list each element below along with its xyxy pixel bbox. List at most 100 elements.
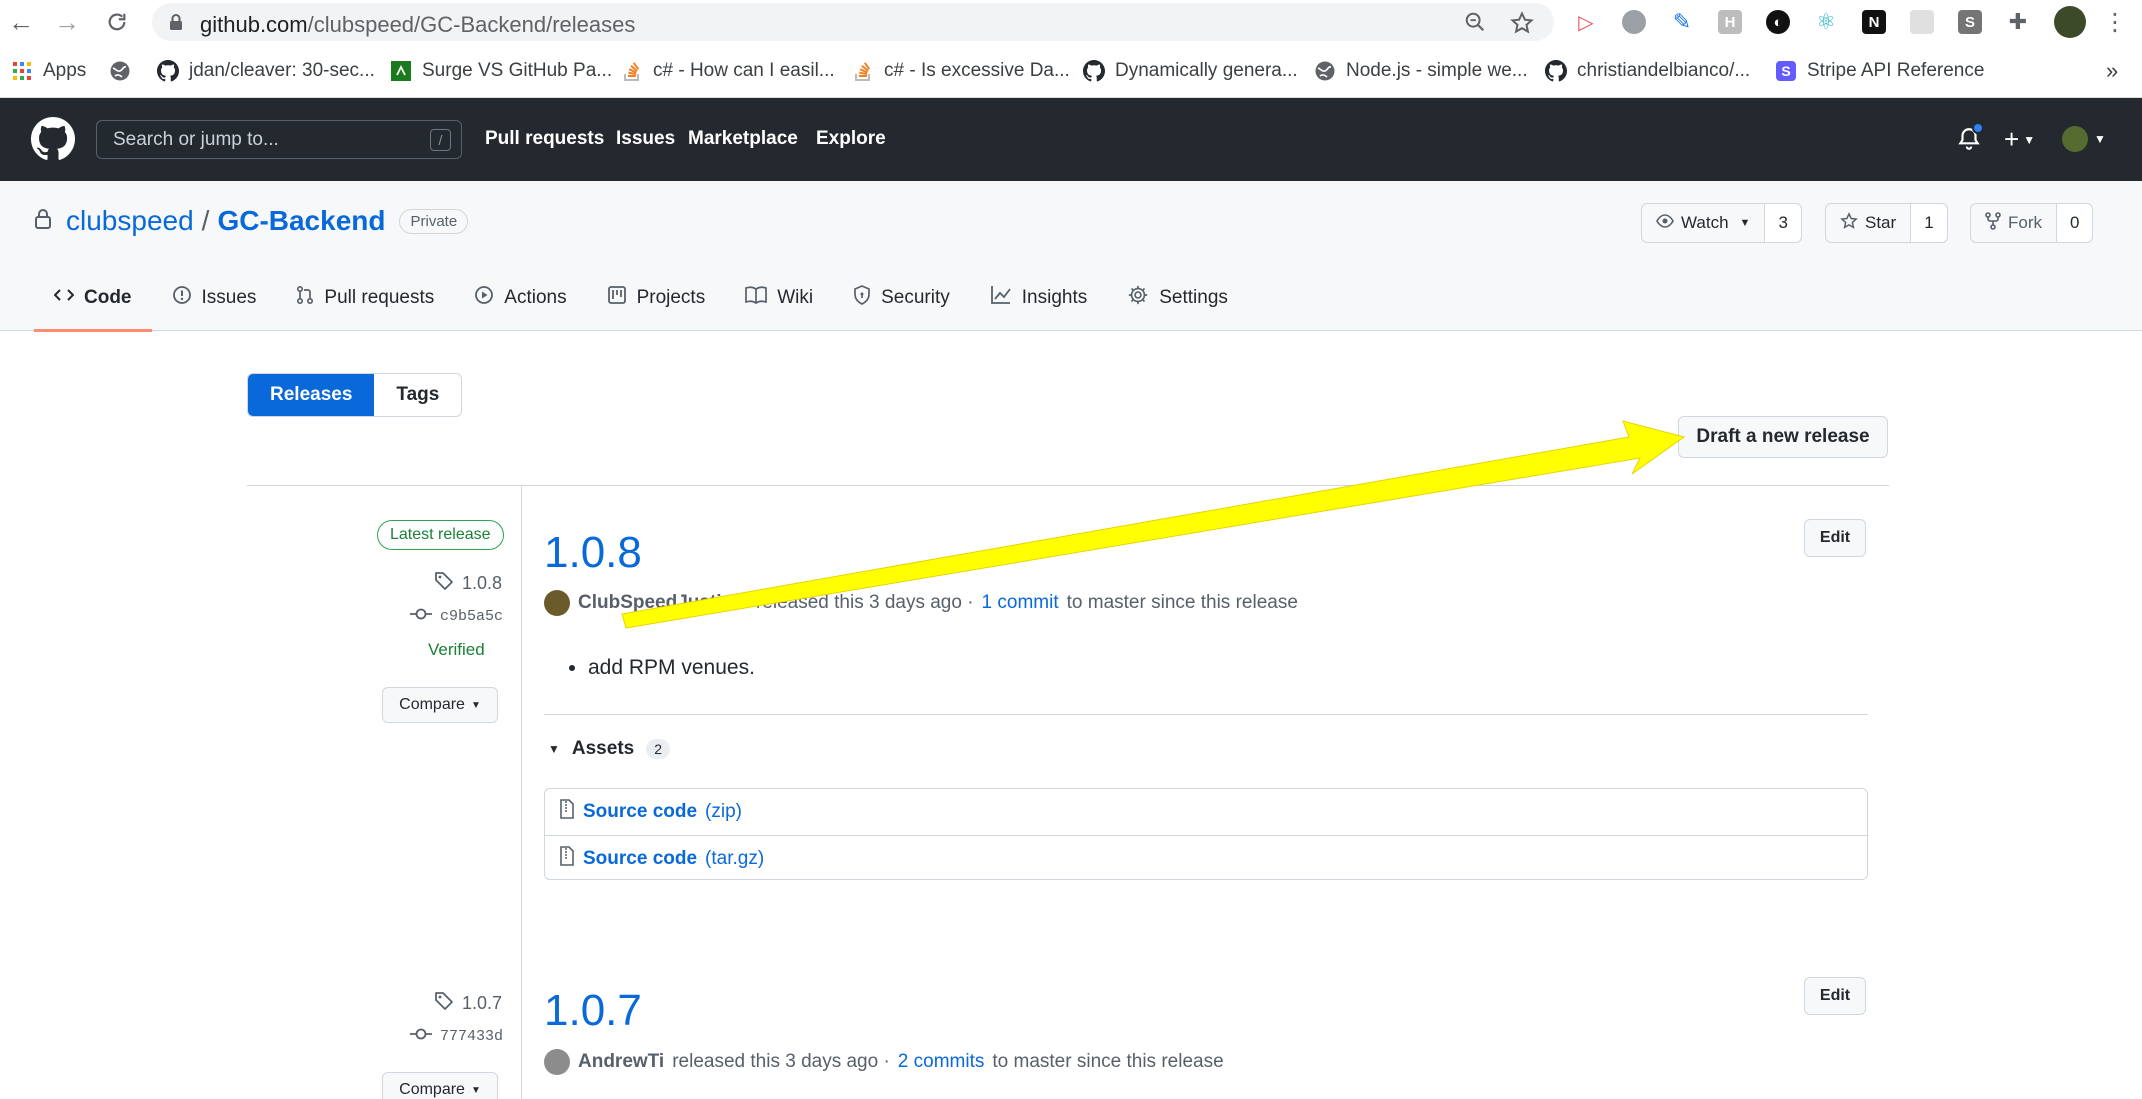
star-count[interactable]: 1 xyxy=(1911,204,1947,242)
nav-pull-requests[interactable]: Pull requests xyxy=(485,128,604,150)
release-title-link[interactable]: 1.0.7 xyxy=(544,986,642,1036)
nav-marketplace[interactable]: Marketplace xyxy=(688,128,798,150)
forward-icon[interactable]: → xyxy=(52,7,82,37)
commits-link[interactable]: 1 commit xyxy=(982,592,1059,614)
star-button[interactable]: Star xyxy=(1826,204,1912,242)
zoom-icon[interactable] xyxy=(1464,11,1486,39)
asset-source-zip[interactable]: Source code (zip) xyxy=(545,789,1867,835)
repo-name-link[interactable]: GC-Backend xyxy=(217,205,385,237)
verified-badge[interactable]: Verified xyxy=(428,640,485,660)
divider xyxy=(247,485,1889,486)
tab-insights[interactable]: Insights xyxy=(970,265,1107,331)
back-icon[interactable]: ← xyxy=(6,7,36,37)
user-menu-dropdown[interactable]: ▼ xyxy=(2062,126,2106,152)
release-tag-link[interactable]: 1.0.8 xyxy=(434,571,502,596)
star-button-group[interactable]: Star 1 xyxy=(1825,203,1948,243)
tab-pull-requests[interactable]: Pull requests xyxy=(276,265,454,331)
fork-button-group[interactable]: Fork 0 xyxy=(1970,203,2094,243)
repo-owner-link[interactable]: clubspeed xyxy=(66,205,194,237)
extension-react-icon[interactable]: ⚛ xyxy=(1814,9,1838,34)
book-icon xyxy=(745,286,768,310)
bookmark-globe[interactable] xyxy=(108,56,132,86)
more-bookmarks-button[interactable]: » xyxy=(2106,56,2118,86)
avatar xyxy=(2062,126,2088,152)
bookmark-so-2[interactable]: c# - Is excessive Da... xyxy=(851,56,1070,86)
extension-circle-icon[interactable] xyxy=(1622,10,1646,34)
extension-notion-icon[interactable]: N xyxy=(1862,10,1886,34)
avatar[interactable] xyxy=(544,1049,570,1075)
release-title-link[interactable]: 1.0.8 xyxy=(544,528,642,578)
lock-icon xyxy=(169,13,183,36)
author-link[interactable]: ClubSpeedJustinG xyxy=(578,592,748,614)
extensions-puzzle-icon[interactable]: ✚ xyxy=(2006,9,2030,34)
caret-down-icon: ▼ xyxy=(470,699,481,711)
bookmark-stripe[interactable]: S Stripe API Reference xyxy=(1774,56,1984,86)
tab-settings[interactable]: Settings xyxy=(1107,265,1248,331)
draft-new-release-button[interactable]: Draft a new release xyxy=(1678,416,1888,458)
bookmark-jdan-cleaver[interactable]: jdan/cleaver: 30-sec... xyxy=(156,56,375,86)
watch-button-group[interactable]: Watch ▼ 3 xyxy=(1641,203,1802,243)
asset-source-targz[interactable]: Source code (tar.gz) xyxy=(545,835,1867,881)
release-commit-sha: c9b5a5c xyxy=(440,608,504,625)
tab-wiki[interactable]: Wiki xyxy=(725,265,833,331)
notifications-bell-icon[interactable] xyxy=(1956,122,1984,157)
extension-h-icon[interactable]: H xyxy=(1718,10,1742,34)
extension-screencast-icon[interactable]: ▷ xyxy=(1574,10,1598,34)
tab-security[interactable]: Security xyxy=(833,265,970,331)
latest-release-badge: Latest release xyxy=(377,520,504,550)
edit-release-button[interactable]: Edit xyxy=(1804,519,1866,557)
address-bar[interactable]: github.com/clubspeed/GC-Backend/releases xyxy=(152,3,1554,41)
tab-code[interactable]: Code xyxy=(34,265,152,332)
release-commit-sha: 777433d xyxy=(440,1028,504,1045)
tab-actions[interactable]: Actions xyxy=(454,265,586,331)
extension-compass-icon[interactable]: ◐ xyxy=(1766,10,1790,34)
subnav-tags[interactable]: Tags xyxy=(374,374,461,416)
profile-avatar[interactable] xyxy=(2054,6,2086,38)
extension-feather-icon[interactable]: ✎ xyxy=(1670,9,1694,34)
bookmark-label: jdan/cleaver: 30-sec... xyxy=(189,60,375,81)
tab-issues[interactable]: Issues xyxy=(152,265,277,331)
author-link[interactable]: AndrewTi xyxy=(578,1051,664,1073)
play-icon xyxy=(474,285,494,311)
nav-issues[interactable]: Issues xyxy=(616,128,675,150)
file-zip-icon xyxy=(559,799,575,825)
repo-separator: / xyxy=(201,205,210,236)
tab-projects[interactable]: Projects xyxy=(587,265,726,331)
avatar[interactable] xyxy=(544,590,570,616)
bookmark-nodejs[interactable]: Node.js - simple we... xyxy=(1313,56,1528,86)
search-input[interactable]: Search or jump to... / xyxy=(96,120,462,159)
create-new-dropdown[interactable]: + ▼ xyxy=(2004,124,2035,155)
browser-menu-icon[interactable]: ⋮ xyxy=(2100,7,2130,37)
edit-release-button[interactable]: Edit xyxy=(1804,977,1866,1015)
fork-count[interactable]: 0 xyxy=(2057,204,2093,242)
draft-new-release-label: Draft a new release xyxy=(1696,426,1870,447)
eye-icon xyxy=(1656,213,1674,233)
fork-button[interactable]: Fork xyxy=(1971,204,2057,242)
bookmark-dynamically[interactable]: Dynamically genera... xyxy=(1082,56,1298,86)
reload-icon[interactable] xyxy=(102,7,132,37)
bookmark-christiandelbianco[interactable]: christiandelbianco/... xyxy=(1544,56,1750,86)
compare-button[interactable]: Compare ▼ xyxy=(382,687,498,723)
bookmark-apps[interactable]: Apps xyxy=(10,56,86,86)
compare-button[interactable]: Compare ▼ xyxy=(382,1072,498,1099)
subnav-releases[interactable]: Releases xyxy=(248,374,375,416)
repo-tabs: Code Issues Pull requests Actions Projec… xyxy=(34,265,1248,332)
since-text: to master since this release xyxy=(1066,592,1298,613)
watch-button[interactable]: Watch ▼ xyxy=(1642,204,1766,242)
bookmark-so-1[interactable]: c# - How can I easil... xyxy=(620,56,835,86)
nav-explore[interactable]: Explore xyxy=(816,128,886,150)
release-note-item: add RPM venues. xyxy=(588,656,755,680)
since-text: to master since this release xyxy=(992,1051,1224,1072)
extension-s-icon[interactable]: S xyxy=(1958,10,1982,34)
releases-subnav: Releases Tags xyxy=(247,373,463,417)
bookmark-star-icon[interactable] xyxy=(1510,11,1534,41)
release-commit-link[interactable]: c9b5a5c xyxy=(410,607,503,626)
assets-toggle[interactable]: ▼ Assets 2 xyxy=(548,738,671,760)
github-logo-icon[interactable] xyxy=(31,117,75,166)
release-tag-link[interactable]: 1.0.7 xyxy=(434,991,502,1016)
commits-link[interactable]: 2 commits xyxy=(898,1051,985,1073)
bookmark-surge[interactable]: Surge VS GitHub Pa... xyxy=(389,56,612,86)
release-commit-link[interactable]: 777433d xyxy=(410,1027,503,1046)
watch-count[interactable]: 3 xyxy=(1765,204,1801,242)
extension-blank-icon[interactable] xyxy=(1910,10,1934,34)
